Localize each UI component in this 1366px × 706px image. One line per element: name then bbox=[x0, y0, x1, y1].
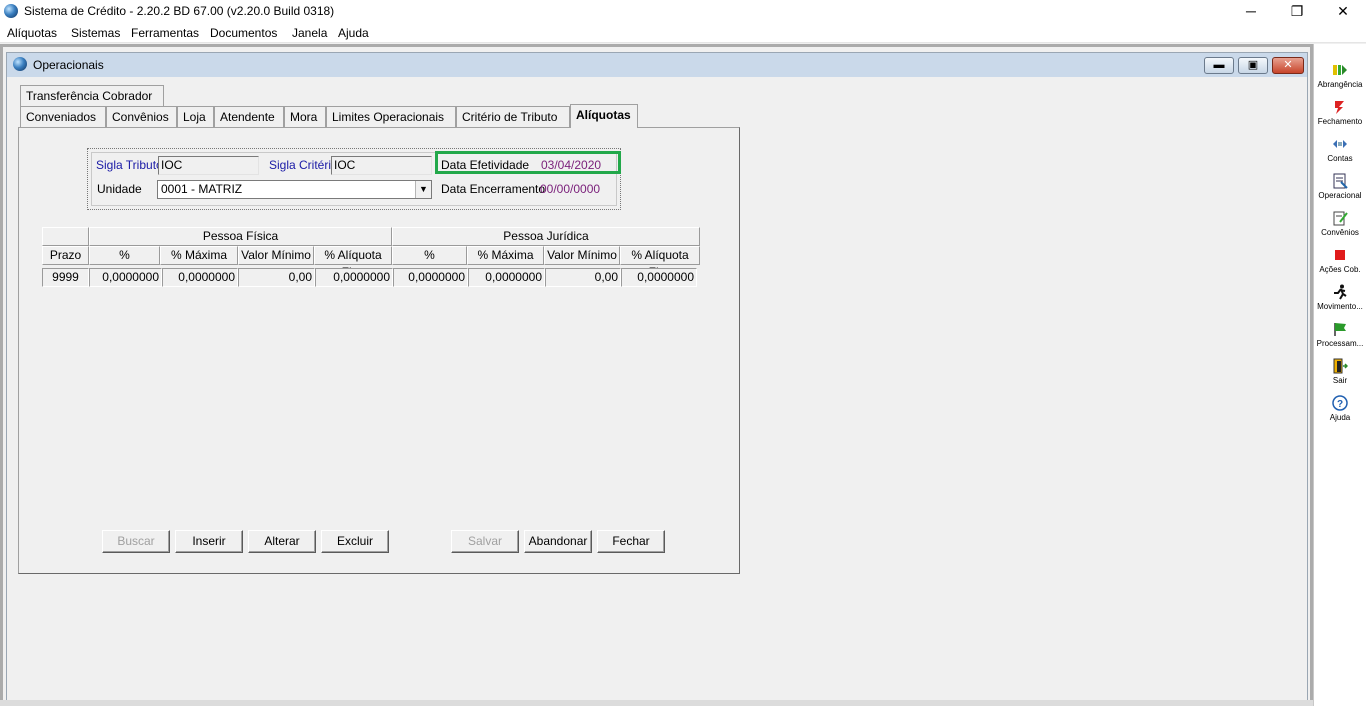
tab-criterio-de-tributo[interactable]: Critério de Tributo bbox=[456, 106, 570, 127]
toolbar-operacional[interactable]: Operacional bbox=[1314, 171, 1366, 208]
toolbar-label: Movimento... bbox=[1317, 302, 1363, 311]
grid-col-pf-valor-minimo[interactable]: Valor Mínimo bbox=[238, 246, 314, 265]
tab-limites-operacionais[interactable]: Limites Operacionais bbox=[326, 106, 456, 127]
menu-sistemas[interactable]: Sistemas bbox=[71, 26, 120, 40]
grid-col-pf-max[interactable]: % Máxima bbox=[160, 246, 238, 265]
unidade-select[interactable]: 0001 - MATRIZ ▼ bbox=[157, 180, 432, 199]
maximize-button[interactable]: ❐ bbox=[1274, 0, 1320, 24]
inserir-button[interactable]: Inserir bbox=[175, 530, 243, 553]
title-bar: Sistema de Crédito - 2.20.2 BD 67.00 (v2… bbox=[0, 0, 1366, 24]
collection-actions-icon bbox=[1335, 250, 1345, 260]
menu-documentos[interactable]: Documentos bbox=[210, 26, 277, 40]
toolbar-label: Contas bbox=[1327, 154, 1353, 163]
menu-janela[interactable]: Janela bbox=[292, 26, 327, 40]
sigla-tributo-field[interactable]: IOC bbox=[158, 156, 259, 175]
tab-mora[interactable]: Mora bbox=[284, 106, 326, 127]
grid-header-blank bbox=[42, 227, 89, 246]
tab-convenios[interactable]: Convênios bbox=[106, 106, 177, 127]
grid-col-pf-percent[interactable]: % bbox=[89, 246, 160, 265]
toolbar-processamento[interactable]: Processam... bbox=[1314, 319, 1366, 356]
tab-loja[interactable]: Loja bbox=[177, 106, 214, 127]
toolbar-label: Convênios bbox=[1321, 228, 1359, 237]
sigla-criterio-field[interactable]: IOC bbox=[331, 156, 432, 175]
child-minimize-button[interactable]: ▬ bbox=[1204, 57, 1234, 74]
tab-atendente[interactable]: Atendente bbox=[214, 106, 284, 127]
toolbar-label: Processam... bbox=[1316, 339, 1364, 348]
child-restore-button[interactable]: ▣ bbox=[1238, 57, 1268, 74]
grid-cell-pj-percent[interactable]: 0,0000000 bbox=[393, 268, 468, 287]
help-icon: ? bbox=[1332, 395, 1348, 411]
tab-transferencia-cobrador[interactable]: Transferência Cobrador bbox=[20, 85, 164, 106]
buscar-button[interactable]: Buscar bbox=[102, 530, 170, 553]
unidade-selected-value: 0001 - MATRIZ bbox=[161, 182, 243, 196]
chevron-down-icon[interactable]: ▼ bbox=[415, 181, 431, 198]
sigla-tributo-label: Sigla Tributo bbox=[96, 158, 163, 172]
alterar-button[interactable]: Alterar bbox=[248, 530, 316, 553]
toolbar-convenios[interactable]: Convênios bbox=[1314, 208, 1366, 245]
toolbar-sair[interactable]: Sair bbox=[1314, 356, 1366, 393]
toolbar-movimento[interactable]: Movimento... bbox=[1314, 282, 1366, 319]
grid-col-pj-aliquota-fixa[interactable]: % Alíquota Fixa bbox=[620, 246, 700, 279]
grid-col-prazo[interactable]: Prazo bbox=[42, 246, 89, 265]
grid-cell-pj-max[interactable]: 0,0000000 bbox=[468, 268, 545, 287]
tab-aliquotas[interactable]: Alíquotas bbox=[570, 104, 638, 128]
menu-ferramentas[interactable]: Ferramentas bbox=[131, 26, 199, 40]
child-title-bar: Operacionais ▬ ▣ ✕ bbox=[7, 53, 1307, 77]
abandonar-button[interactable]: Abandonar bbox=[524, 530, 592, 553]
minimize-button[interactable]: ─ bbox=[1228, 0, 1274, 24]
grid-group-pessoa-juridica: Pessoa Jurídica bbox=[392, 227, 700, 246]
toolbar-fechamento[interactable]: Fechamento bbox=[1314, 97, 1366, 134]
exit-icon bbox=[1333, 358, 1348, 374]
data-encerramento-label: Data Encerramento bbox=[441, 182, 546, 196]
unidade-label: Unidade bbox=[97, 182, 142, 196]
menu-aliquotas[interactable]: Alíquotas bbox=[7, 26, 57, 40]
menu-ajuda[interactable]: Ajuda bbox=[338, 26, 369, 40]
grid-col-pj-valor-minimo[interactable]: Valor Mínimo bbox=[544, 246, 620, 265]
toolbar-label: Operacional bbox=[1318, 191, 1362, 200]
grid-cell-prazo[interactable]: 9999 bbox=[42, 268, 89, 287]
child-window-title: Operacionais bbox=[33, 58, 104, 72]
window-title: Sistema de Crédito - 2.20.2 BD 67.00 (v2… bbox=[24, 4, 335, 18]
toolbar-acoes-cob[interactable]: Ações Cob. bbox=[1314, 245, 1366, 282]
toolbar-label: Sair bbox=[1332, 376, 1348, 385]
toolbar-ajuda[interactable]: ? Ajuda bbox=[1314, 393, 1366, 430]
grid-col-pf-aliquota-fixa[interactable]: % Alíquota Fixa bbox=[314, 246, 392, 279]
grid-col-pj-percent[interactable]: % bbox=[392, 246, 467, 265]
svg-text:?: ? bbox=[1337, 399, 1343, 410]
grid-cell-pf-max[interactable]: 0,0000000 bbox=[162, 268, 238, 287]
data-encerramento-value[interactable]: 00/00/0000 bbox=[540, 182, 600, 196]
toolbar-contas[interactable]: Contas bbox=[1314, 134, 1366, 171]
status-strip bbox=[0, 700, 1313, 706]
grid-cell-pj-valor-minimo[interactable]: 0,00 bbox=[545, 268, 621, 287]
sigla-criterio-label: Sigla Critério bbox=[269, 158, 338, 172]
toolbar-label: Abrangência bbox=[1317, 80, 1363, 89]
operational-icon bbox=[1333, 173, 1348, 189]
scope-icon bbox=[1333, 65, 1347, 75]
tab-conveniados[interactable]: Conveniados bbox=[20, 106, 106, 127]
toolbar-label: Fechamento bbox=[1317, 117, 1363, 126]
close-button[interactable]: ✕ bbox=[1320, 0, 1366, 24]
grid-col-pj-max[interactable]: % Máxima bbox=[467, 246, 544, 265]
toolbar-label: Ações Cob. bbox=[1319, 265, 1361, 274]
closing-icon bbox=[1335, 101, 1344, 114]
grid-cell-pf-aliquota-fixa[interactable]: 0,0000000 bbox=[315, 268, 393, 287]
menu-bar: Alíquotas Sistemas Ferramentas Documento… bbox=[0, 24, 1366, 43]
accounts-icon bbox=[1333, 140, 1347, 148]
grid-cell-pj-aliquota-fixa[interactable]: 0,0000000 bbox=[621, 268, 697, 287]
grid-cell-pf-valor-minimo[interactable]: 0,00 bbox=[238, 268, 315, 287]
salvar-button[interactable]: Salvar bbox=[451, 530, 519, 553]
agreements-icon bbox=[1333, 211, 1348, 226]
excluir-button[interactable]: Excluir bbox=[321, 530, 389, 553]
processing-icon bbox=[1334, 323, 1346, 336]
toolbar-label: Ajuda bbox=[1329, 413, 1351, 422]
fechar-button[interactable]: Fechar bbox=[597, 530, 665, 553]
movement-icon bbox=[1334, 284, 1347, 300]
child-close-button[interactable]: ✕ bbox=[1272, 57, 1304, 74]
grid-group-pessoa-fisica: Pessoa Física bbox=[89, 227, 392, 246]
toolbar-abrangencia[interactable]: Abrangência bbox=[1314, 60, 1366, 97]
app-icon bbox=[4, 4, 18, 18]
child-app-icon bbox=[13, 57, 27, 71]
grid-cell-pf-percent[interactable]: 0,0000000 bbox=[89, 268, 162, 287]
highlight-box bbox=[435, 151, 621, 174]
